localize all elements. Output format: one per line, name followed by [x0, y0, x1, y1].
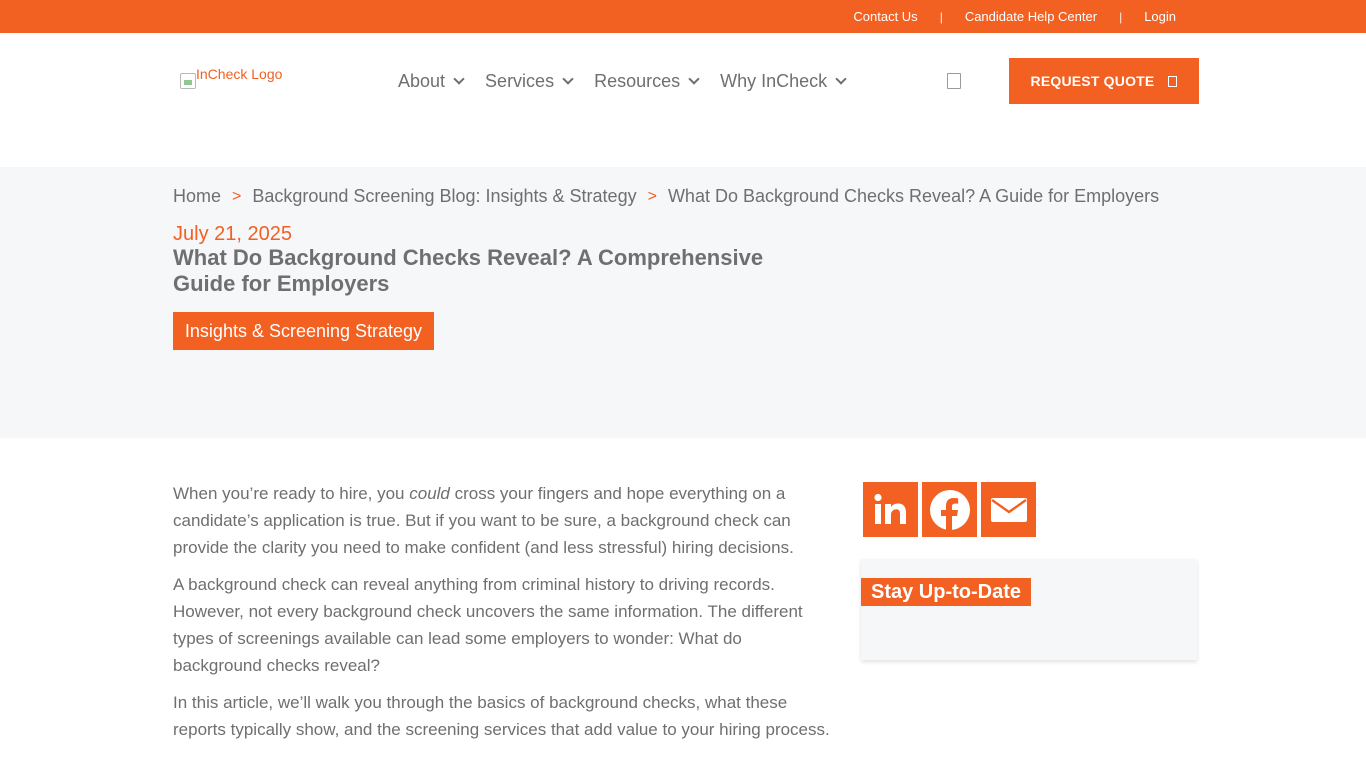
- breadcrumb-blog[interactable]: Background Screening Blog: Insights & St…: [252, 186, 636, 207]
- top-utility-bar: Contact Us | Candidate Help Center | Log…: [0, 0, 1366, 33]
- breadcrumb-home[interactable]: Home: [173, 186, 221, 207]
- widget-title: Stay Up-to-Date: [861, 578, 1032, 606]
- article-paragraph: In this article, we’ll walk you through …: [173, 693, 830, 739]
- search-icon[interactable]: [947, 73, 961, 89]
- linkedin-share-button[interactable]: [863, 482, 918, 537]
- emphasis-text: could: [409, 484, 450, 503]
- utility-separator: |: [1119, 9, 1123, 24]
- breadcrumb-separator: >: [232, 187, 242, 205]
- paragraph-text: When you’re ready to hire, you: [173, 484, 410, 503]
- breadcrumb: Home > Background Screening Blog: Insigh…: [173, 186, 1159, 207]
- facebook-icon: [929, 489, 970, 532]
- nav-item-resources[interactable]: Resources: [594, 70, 700, 92]
- post-hero: Home > Background Screening Blog: Insigh…: [0, 167, 1366, 438]
- post-date: July 21, 2025: [173, 223, 292, 245]
- share-buttons: [863, 482, 1040, 537]
- facebook-share-button[interactable]: [922, 482, 977, 537]
- request-quote-button[interactable]: REQUEST QUOTE: [1009, 58, 1199, 104]
- chevron-down-icon: [453, 73, 465, 85]
- email-share-button[interactable]: [981, 482, 1036, 537]
- chevron-down-icon: [562, 73, 574, 85]
- breadcrumb-current: What Do Background Checks Reveal? A Guid…: [667, 186, 1160, 206]
- nav-item-label: Why InCheck: [720, 70, 828, 91]
- broken-image-icon: [180, 73, 196, 89]
- breadcrumb-separator: >: [647, 187, 657, 205]
- login-link[interactable]: Login: [1144, 9, 1176, 24]
- nav-item-services[interactable]: Services: [485, 70, 574, 92]
- request-quote-label: REQUEST QUOTE: [1030, 73, 1155, 89]
- nav-item-about[interactable]: About: [398, 70, 465, 92]
- article-paragraph: When you’re ready to hire, you could cro…: [173, 480, 833, 561]
- category-tag[interactable]: Insights & Screening Strategy: [173, 312, 434, 350]
- nav-item-label: Services: [485, 70, 555, 91]
- main-nav: About Services Resources Why InCheck: [398, 69, 867, 93]
- email-icon: [990, 497, 1027, 522]
- utility-links: Contact Us | Candidate Help Center | Log…: [853, 0, 1176, 33]
- chevron-down-icon: [835, 73, 847, 85]
- page-title: What Do Background Checks Reveal? A Comp…: [173, 245, 764, 296]
- nav-item-label: Resources: [594, 70, 681, 91]
- candidate-help-center-link[interactable]: Candidate Help Center: [965, 9, 1097, 24]
- nav-item-why-incheck[interactable]: Why InCheck: [720, 70, 847, 92]
- article-body: When you’re ready to hire, you could cro…: [173, 480, 833, 753]
- chevron-down-icon: [688, 73, 700, 85]
- contact-us-link[interactable]: Contact Us: [853, 9, 917, 24]
- nav-item-label: About: [398, 70, 446, 91]
- site-logo[interactable]: InCheck Logo: [180, 67, 310, 91]
- newsletter-widget: Stay Up-to-Date: [861, 559, 1197, 660]
- linkedin-icon: [873, 493, 906, 524]
- article-paragraph: A background check can reveal anything f…: [173, 575, 803, 675]
- logo-alt-text: InCheck Logo: [196, 66, 283, 82]
- document-icon: [1168, 75, 1178, 87]
- utility-separator: |: [939, 9, 943, 24]
- site-header: InCheck Logo About Services Resources Wh…: [0, 33, 1366, 167]
